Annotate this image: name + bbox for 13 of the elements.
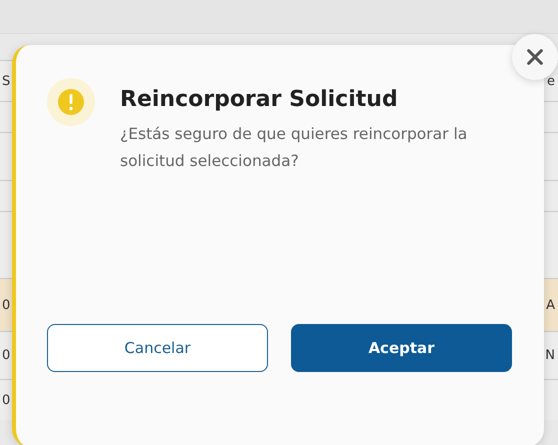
table-cell-text: S [1, 74, 12, 88]
dialog-title: Reincorporar Solicitud [120, 86, 399, 114]
dialog-message: ¿Estás seguro de que quieres reincorporar la solicitud seleccionada? [120, 124, 468, 172]
cancel-button[interactable]: Cancelar [47, 324, 268, 372]
table-cell-text: N [544, 348, 556, 363]
table-cell-text: A [545, 298, 556, 312]
table-cell-text: 0 [1, 348, 12, 363]
table-cell-text: e [546, 74, 556, 88]
table-cell-text: 0 [1, 392, 12, 408]
accept-button[interactable]: Aceptar [291, 324, 512, 372]
warning-icon [47, 78, 95, 126]
table-cell-text: 0 [1, 298, 12, 312]
close-icon [526, 48, 544, 66]
